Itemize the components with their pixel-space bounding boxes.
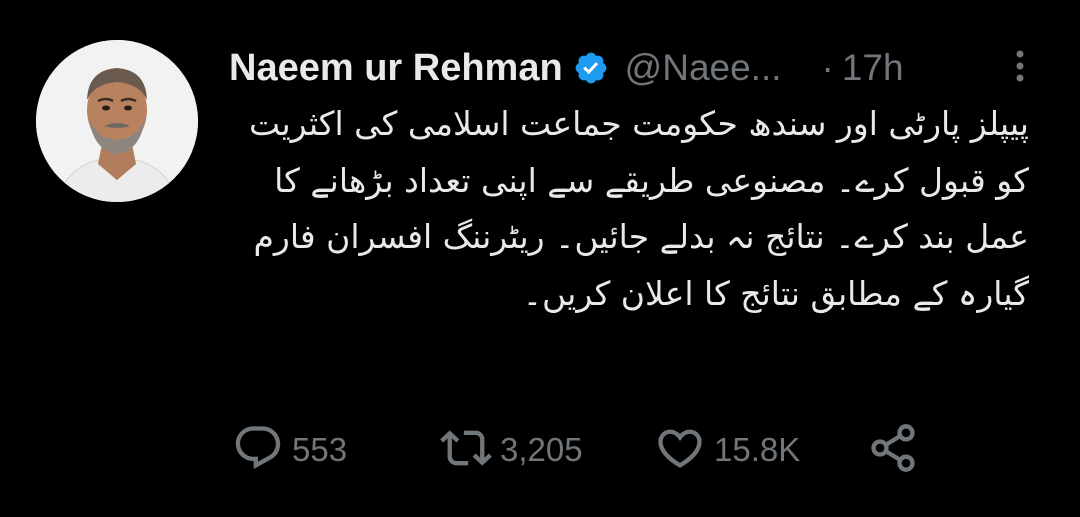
tweet-header: Naeem ur Rehman @Naee... · 17h [229,40,1029,96]
heart-icon [654,422,706,478]
reply-button[interactable]: 553 [232,424,347,476]
more-vertical-icon[interactable] [1008,46,1032,86]
action-bar: 553 3,205 15.8K [232,424,952,476]
author-name[interactable]: Naeem ur Rehman [229,47,563,90]
reply-icon [232,422,284,478]
avatar-image [36,40,198,202]
retweet-button[interactable]: 3,205 [440,424,583,476]
tweet-text: پیپلز پارٹی اور سندھ حکومت جماعت اسلامی … [249,104,1029,313]
avatar[interactable] [36,40,198,202]
like-button[interactable]: 15.8K [654,424,800,476]
tweet-time[interactable]: 17h [842,47,904,89]
retweet-count: 3,205 [500,431,583,468]
tweet-card[interactable]: Naeem ur Rehman @Naee... · 17h پیپلز پار… [0,0,1080,517]
verified-badge-icon [573,50,609,86]
like-count: 15.8K [714,431,801,468]
retweet-icon [440,422,492,478]
share-icon [867,422,919,478]
separator-dot: · [821,47,834,88]
author-handle[interactable]: @Naee... [625,47,782,89]
reply-count: 553 [292,431,348,468]
share-button[interactable] [867,424,919,476]
